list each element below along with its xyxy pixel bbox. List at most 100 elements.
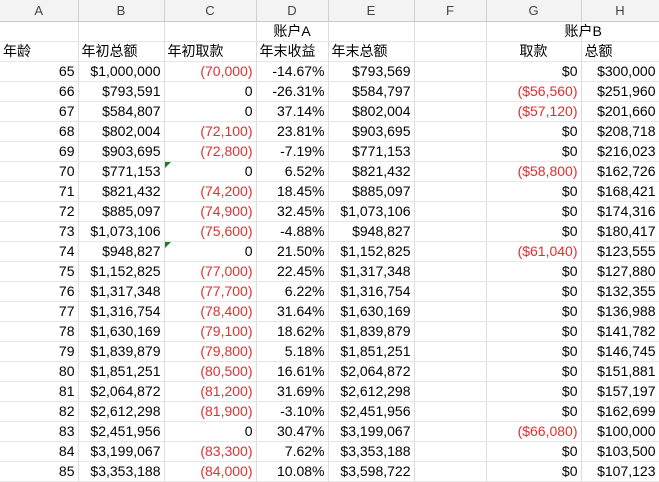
age-cell[interactable]: 65 <box>0 61 79 82</box>
start-withdraw-cell[interactable]: (80,500) <box>164 361 257 382</box>
year-return-cell[interactable]: 7.62% <box>256 441 329 462</box>
b-withdraw-cell[interactable]: $0 <box>486 321 582 342</box>
b-withdraw-cell[interactable]: $0 <box>486 141 582 162</box>
start-balance-cell[interactable]: $2,064,872 <box>78 381 165 402</box>
b-withdraw-cell[interactable]: $0 <box>486 441 582 462</box>
start-withdraw-cell[interactable]: (77,700) <box>164 281 257 302</box>
b-total-cell[interactable]: $174,316 <box>581 201 659 222</box>
start-withdraw-cell[interactable]: (78,400) <box>164 301 257 322</box>
end-balance-cell[interactable]: $885,097 <box>328 181 415 202</box>
start-withdraw-cell[interactable]: (79,100) <box>164 321 257 342</box>
age-cell[interactable]: 76 <box>0 281 79 302</box>
start-withdraw-cell[interactable]: (83,300) <box>164 441 257 462</box>
start-balance-cell[interactable]: $793,591 <box>78 81 165 102</box>
year-return-cell[interactable]: -3.10% <box>256 401 329 422</box>
start-balance-cell[interactable]: $903,695 <box>78 141 165 162</box>
start-withdraw-cell[interactable]: (70,000) <box>164 61 257 82</box>
age-cell[interactable]: 66 <box>0 81 79 102</box>
b-withdraw-cell[interactable]: $0 <box>486 61 582 82</box>
age-cell[interactable]: 70 <box>0 161 79 182</box>
b-total-cell[interactable]: $216,023 <box>581 141 659 162</box>
b-total-cell[interactable]: $141,782 <box>581 321 659 342</box>
year-return-cell[interactable]: 37.14% <box>256 101 329 122</box>
column-header-f[interactable]: F <box>414 0 487 22</box>
year-return-cell[interactable]: 21.50% <box>256 241 329 262</box>
end-balance-cell[interactable]: $3,353,188 <box>328 441 415 462</box>
end-balance-cell[interactable]: $1,073,106 <box>328 201 415 222</box>
end-balance-cell[interactable]: $771,153 <box>328 141 415 162</box>
start-balance-cell[interactable]: $1,073,106 <box>78 221 165 242</box>
cell[interactable] <box>414 21 487 42</box>
end-balance-cell[interactable]: $793,569 <box>328 61 415 82</box>
age-cell[interactable]: 69 <box>0 141 79 162</box>
column-header-b[interactable]: B <box>78 0 165 22</box>
year-return-cell[interactable]: 18.62% <box>256 321 329 342</box>
b-total-cell[interactable]: $208,718 <box>581 121 659 142</box>
year-return-cell[interactable]: 5.18% <box>256 341 329 362</box>
column-header-g[interactable]: G <box>486 0 582 22</box>
end-balance-cell[interactable]: $2,612,298 <box>328 381 415 402</box>
end-balance-cell[interactable]: $802,004 <box>328 101 415 122</box>
age-cell[interactable]: 72 <box>0 201 79 222</box>
cell[interactable] <box>414 201 487 222</box>
end-balance-cell[interactable]: $1,839,879 <box>328 321 415 342</box>
end-balance-cell[interactable]: $1,851,251 <box>328 341 415 362</box>
cell[interactable] <box>414 341 487 362</box>
start-balance-cell[interactable]: $1,152,825 <box>78 261 165 282</box>
header-age[interactable]: 年龄 <box>0 41 79 62</box>
b-total-cell[interactable]: $107,123 <box>581 461 659 482</box>
start-withdraw-cell[interactable]: (81,900) <box>164 401 257 422</box>
account-b-label[interactable]: 账户B <box>561 21 640 42</box>
age-cell[interactable]: 83 <box>0 421 79 442</box>
b-withdraw-cell[interactable]: ($66,080) <box>486 421 582 442</box>
b-total-cell[interactable]: $162,699 <box>581 401 659 422</box>
start-withdraw-cell[interactable]: 0 <box>164 81 257 102</box>
year-return-cell[interactable]: -26.31% <box>256 81 329 102</box>
year-return-cell[interactable]: 30.47% <box>256 421 329 442</box>
b-total-cell[interactable]: $136,988 <box>581 301 659 322</box>
start-withdraw-cell[interactable]: 0 <box>164 421 257 442</box>
b-total-cell[interactable]: $251,960 <box>581 81 659 102</box>
b-total-cell[interactable]: $123,555 <box>581 241 659 262</box>
start-withdraw-cell[interactable]: (74,200) <box>164 181 257 202</box>
year-return-cell[interactable]: 10.08% <box>256 461 329 482</box>
cell[interactable] <box>328 21 415 42</box>
age-cell[interactable]: 84 <box>0 441 79 462</box>
year-return-cell[interactable]: 31.69% <box>256 381 329 402</box>
age-cell[interactable]: 82 <box>0 401 79 422</box>
start-withdraw-cell[interactable]: 0 <box>164 101 257 122</box>
age-cell[interactable]: 77 <box>0 301 79 322</box>
column-header-a[interactable]: A <box>0 0 79 22</box>
b-withdraw-cell[interactable]: $0 <box>486 281 582 302</box>
start-withdraw-cell[interactable]: 0 <box>164 161 257 182</box>
end-balance-cell[interactable]: $1,316,754 <box>328 281 415 302</box>
end-balance-cell[interactable]: $3,598,722 <box>328 461 415 482</box>
start-balance-cell[interactable]: $1,316,754 <box>78 301 165 322</box>
b-total-cell[interactable]: $100,000 <box>581 421 659 442</box>
start-withdraw-cell[interactable]: (72,100) <box>164 121 257 142</box>
start-balance-cell[interactable]: $1,839,879 <box>78 341 165 362</box>
cell[interactable] <box>414 361 487 382</box>
header-b-total[interactable]: 总额 <box>581 41 659 62</box>
age-cell[interactable]: 79 <box>0 341 79 362</box>
header-start-withdraw[interactable]: 年初取款 <box>164 41 257 62</box>
column-header-h[interactable]: H <box>581 0 659 22</box>
start-balance-cell[interactable]: $2,612,298 <box>78 401 165 422</box>
end-balance-cell[interactable]: $2,064,872 <box>328 361 415 382</box>
age-cell[interactable]: 73 <box>0 221 79 242</box>
year-return-cell[interactable]: 16.61% <box>256 361 329 382</box>
year-return-cell[interactable]: -4.88% <box>256 221 329 242</box>
b-withdraw-cell[interactable]: ($58,800) <box>486 161 582 182</box>
cell[interactable] <box>414 421 487 442</box>
age-cell[interactable]: 74 <box>0 241 79 262</box>
start-balance-cell[interactable]: $821,432 <box>78 181 165 202</box>
cell[interactable] <box>78 21 165 42</box>
b-total-cell[interactable]: $201,660 <box>581 101 659 122</box>
start-balance-cell[interactable]: $1,000,000 <box>78 61 165 82</box>
cell[interactable] <box>414 101 487 122</box>
header-year-return[interactable]: 年末收益 <box>256 41 329 62</box>
start-balance-cell[interactable]: $3,199,067 <box>78 441 165 462</box>
end-balance-cell[interactable]: $903,695 <box>328 121 415 142</box>
start-withdraw-cell[interactable]: (75,600) <box>164 221 257 242</box>
cell[interactable] <box>414 441 487 462</box>
